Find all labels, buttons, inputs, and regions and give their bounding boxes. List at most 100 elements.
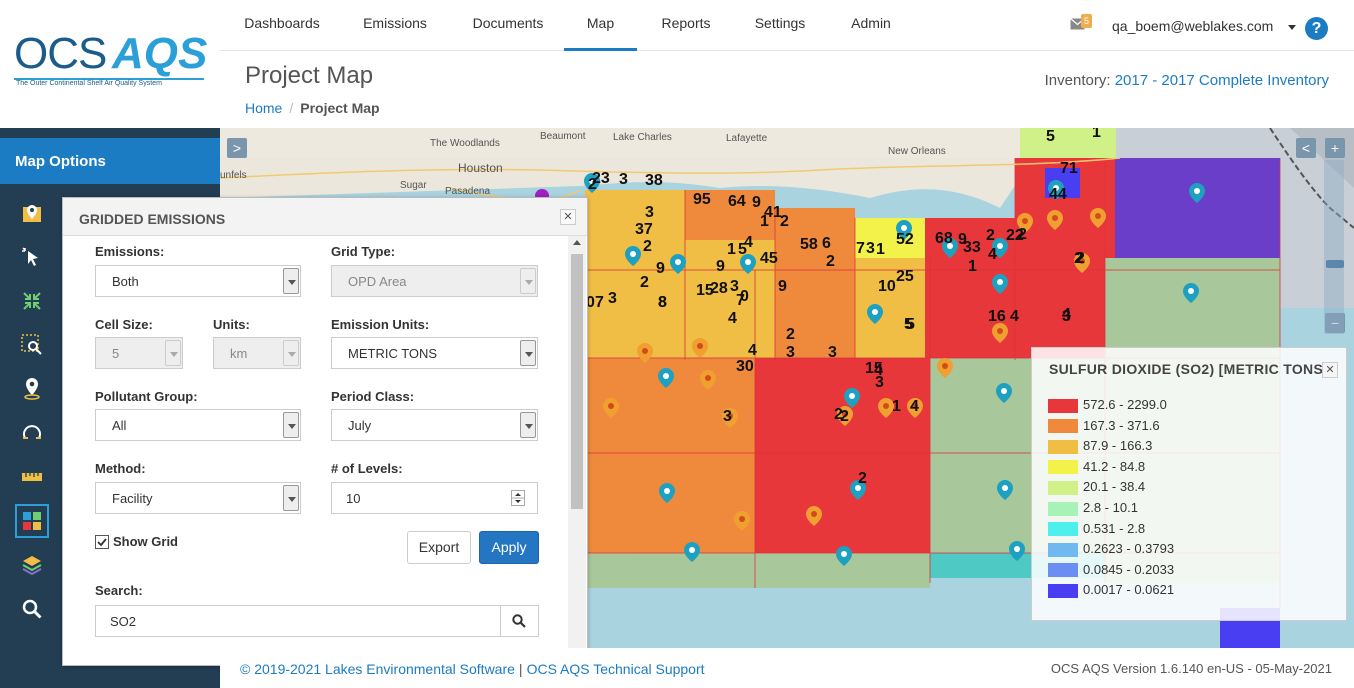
map-pin-label: 44 bbox=[1049, 186, 1067, 203]
chevron-down-icon[interactable] bbox=[1288, 25, 1296, 30]
zoom-slider[interactable] bbox=[1324, 160, 1344, 334]
gridded-emissions-panel: GRIDDED EMISSIONS ✕ Emissions: Both Grid… bbox=[62, 197, 588, 666]
user-menu[interactable]: qa_boem@weblakes.com bbox=[1112, 18, 1273, 34]
search-icon[interactable] bbox=[512, 614, 526, 628]
inventory-label: Inventory: bbox=[1044, 72, 1111, 89]
map-pin-label: 4 bbox=[1062, 306, 1071, 323]
collapse-panel-toggle[interactable]: > bbox=[227, 138, 247, 158]
map-pin-label: 3 bbox=[866, 240, 875, 257]
zoom-slider-thumb[interactable] bbox=[1326, 260, 1344, 268]
emission-units-value: METRIC TONS bbox=[348, 346, 438, 361]
levels-spinner[interactable]: 10 bbox=[331, 482, 538, 514]
legend-swatch bbox=[1048, 563, 1078, 578]
method-value: Facility bbox=[112, 491, 153, 506]
nav-reports[interactable]: Reports bbox=[650, 0, 722, 51]
legend-row: 572.6 - 2299.0 bbox=[1048, 397, 1167, 413]
legend-swatch bbox=[1048, 419, 1078, 434]
method-select[interactable]: Facility bbox=[95, 482, 301, 514]
map-pin-label: 5 bbox=[904, 316, 913, 333]
collapse-arrows-icon[interactable] bbox=[15, 284, 49, 318]
breadcrumb-current: Project Map bbox=[300, 100, 380, 116]
map-pin-label: 1 bbox=[892, 398, 901, 415]
close-icon[interactable]: ✕ bbox=[560, 209, 576, 225]
magnifier-icon[interactable] bbox=[15, 592, 49, 626]
map-pin-label: 2 bbox=[840, 408, 849, 425]
logo-tagline: The Outer Continental Shelf Air Quality … bbox=[16, 80, 162, 87]
zoom-area-icon[interactable] bbox=[15, 328, 49, 362]
zoom-in-button[interactable]: + bbox=[1325, 138, 1345, 158]
search-label: Search: bbox=[95, 583, 143, 598]
legend-label: 572.6 - 2299.0 bbox=[1083, 397, 1167, 412]
map-pin-label: 3 bbox=[645, 204, 654, 221]
legend-label: 20.1 - 38.4 bbox=[1083, 479, 1146, 495]
breadcrumb-home[interactable]: Home bbox=[245, 100, 282, 116]
nav-settings[interactable]: Settings bbox=[742, 0, 818, 51]
map-pin-label: 64 bbox=[728, 193, 746, 210]
legend-row: 0.0017 - 0.0621 bbox=[1048, 582, 1174, 598]
search-input[interactable]: SO2 bbox=[95, 605, 539, 637]
legend-label: 0.531 - 2.8 bbox=[1083, 520, 1146, 536]
pollutant-group-select[interactable]: All bbox=[95, 409, 301, 441]
page-title: Project Map bbox=[245, 62, 374, 89]
grid-icon[interactable] bbox=[15, 504, 49, 538]
period-class-select[interactable]: July bbox=[331, 409, 538, 441]
legend-row: 41.2 - 84.8 bbox=[1048, 459, 1145, 475]
nav-admin[interactable]: Admin bbox=[838, 0, 904, 51]
grid-type-label: Grid Type: bbox=[331, 244, 396, 259]
close-icon[interactable]: ✕ bbox=[1322, 362, 1338, 378]
inventory-link[interactable]: 2017 - 2017 Complete Inventory bbox=[1115, 72, 1329, 89]
chevron-up-icon[interactable] bbox=[573, 240, 581, 245]
legend-swatch bbox=[1048, 542, 1078, 557]
emissions-select[interactable]: Both bbox=[95, 265, 301, 297]
show-grid-label: Show Grid bbox=[113, 534, 178, 549]
cursor-select-icon[interactable] bbox=[15, 240, 49, 274]
expand-right-toggle[interactable]: < bbox=[1296, 138, 1316, 158]
copyright-link[interactable]: © 2019-2021 Lakes Environmental Software bbox=[240, 661, 515, 677]
panel-header: GRIDDED EMISSIONS ✕ bbox=[63, 198, 587, 236]
map-pin-label: 4 bbox=[1010, 308, 1019, 325]
show-grid-checkbox[interactable] bbox=[95, 535, 109, 549]
legend-row: 2.8 - 10.1 bbox=[1048, 500, 1138, 516]
nav-dashboards[interactable]: Dashboards bbox=[232, 0, 332, 51]
apply-button[interactable]: Apply bbox=[479, 531, 539, 564]
levels-value: 10 bbox=[346, 491, 361, 506]
legend-label: 2.8 - 10.1 bbox=[1083, 500, 1138, 515]
help-icon[interactable]: ? bbox=[1305, 17, 1328, 40]
legend-swatch bbox=[1048, 480, 1078, 495]
support-link[interactable]: OCS AQS Technical Support bbox=[527, 661, 705, 677]
chevron-down-icon bbox=[520, 268, 536, 294]
map-pin-label: 3 bbox=[723, 408, 732, 425]
nav-map[interactable]: Map bbox=[564, 0, 637, 51]
legend-row: 87.9 - 166.3 bbox=[1048, 438, 1152, 454]
legend-label: 0.2623 - 0.3793 bbox=[1083, 541, 1175, 557]
export-button[interactable]: Export bbox=[407, 531, 471, 564]
period-class-label: Period Class: bbox=[331, 389, 415, 404]
panel-scroll-thumb[interactable] bbox=[571, 254, 583, 509]
chevron-down-icon bbox=[520, 412, 536, 438]
breadcrumb-separator: / bbox=[289, 100, 294, 116]
map-marker-settings-icon[interactable] bbox=[15, 197, 49, 231]
app-logo[interactable]: OCS AQS The Outer Continental Shelf Air … bbox=[14, 32, 207, 92]
map-pin-label: 38 bbox=[645, 172, 663, 189]
legend-label: 0.0845 - 0.2033 bbox=[1083, 561, 1175, 577]
map-pin-label: 4 bbox=[988, 246, 997, 263]
breadcrumb: Home / Project Map bbox=[245, 100, 380, 116]
radius-search-icon[interactable] bbox=[15, 415, 49, 449]
chevron-down-icon bbox=[165, 340, 181, 366]
map-pin-label: 5 bbox=[1046, 128, 1055, 145]
layers-icon[interactable] bbox=[15, 548, 49, 582]
map-pin-label: 2 bbox=[826, 253, 835, 270]
emission-units-select[interactable]: METRIC TONS bbox=[331, 337, 538, 369]
map-pin-label: 9 bbox=[752, 194, 761, 211]
legend-label: 0.0017 - 0.0621 bbox=[1083, 582, 1175, 598]
legend-row: 0.531 - 2.8 bbox=[1048, 521, 1145, 537]
ruler-icon[interactable] bbox=[15, 460, 49, 494]
map-pin-label: 3 bbox=[828, 344, 837, 361]
stepper-arrows-icon[interactable] bbox=[511, 490, 525, 506]
map-pin-label: 4 bbox=[728, 310, 737, 327]
nav-documents[interactable]: Documents bbox=[460, 0, 556, 51]
location-pin-icon[interactable] bbox=[15, 371, 49, 405]
nav-emissions[interactable]: Emissions bbox=[350, 0, 440, 51]
map-pin-label: 2 bbox=[1018, 226, 1027, 243]
legend-label: 41.2 - 84.8 bbox=[1083, 458, 1146, 474]
